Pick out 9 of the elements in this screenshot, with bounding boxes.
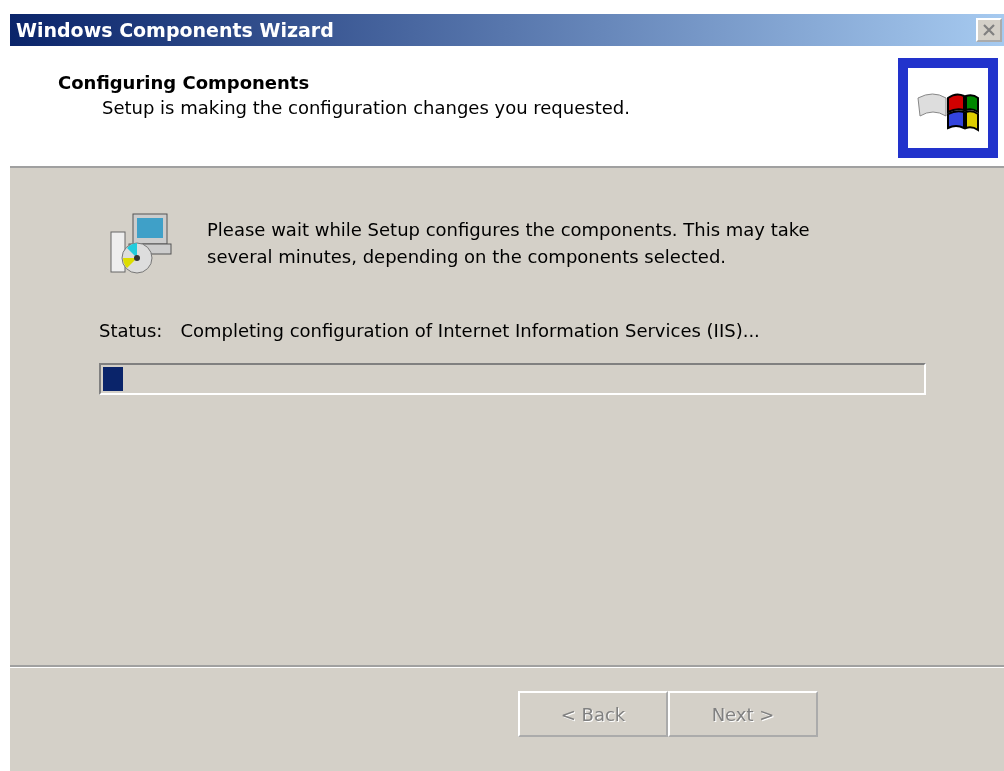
window-title: Windows Components Wizard bbox=[16, 19, 334, 41]
windows-flag-logo-icon bbox=[898, 58, 998, 158]
status-label: Status: bbox=[99, 320, 163, 341]
setup-computer-cd-icon bbox=[109, 210, 175, 276]
wait-message: Please wait while Setup configures the components. This may take several minutes, depending on the components selected. bbox=[207, 218, 811, 269]
page-heading: Configuring Components bbox=[58, 72, 311, 93]
page-subtitle: Setup is making the configuration changes you requested. bbox=[102, 97, 630, 118]
close-icon bbox=[982, 24, 996, 36]
status-text: Completing configuration of Internet Information Services (IIS)... bbox=[180, 320, 760, 341]
